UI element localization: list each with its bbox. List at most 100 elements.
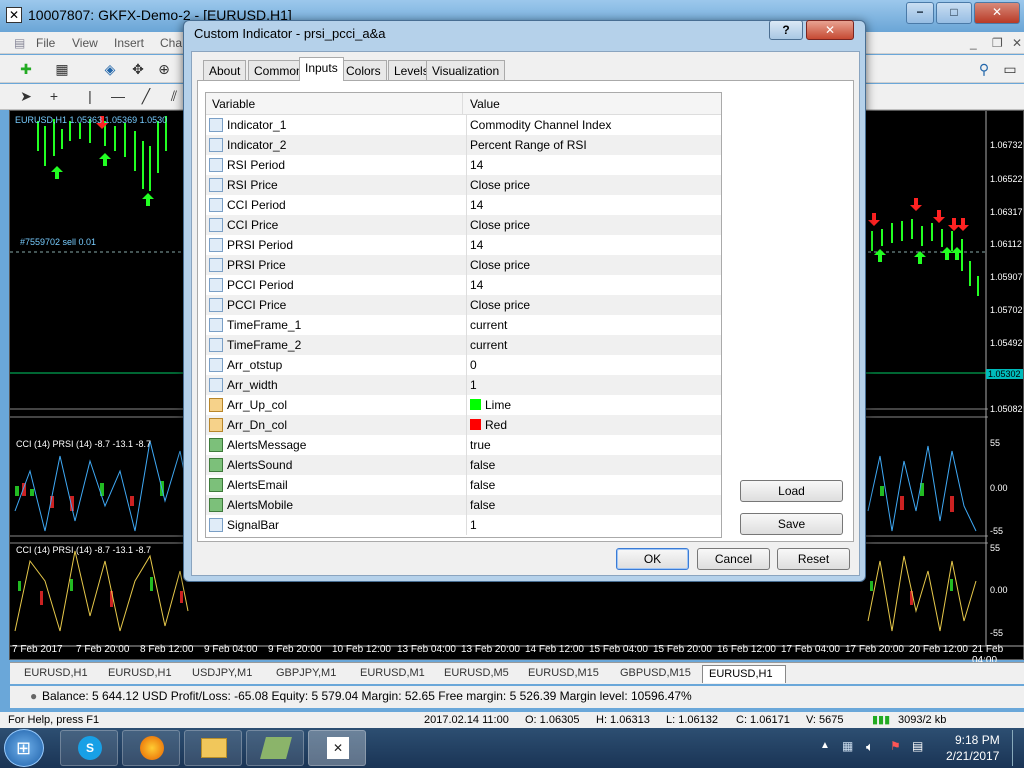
input-row[interactable]: PCCI Period 14	[206, 275, 721, 295]
network-icon[interactable]: ▤	[912, 739, 923, 753]
input-row[interactable]: AlertsEmail false	[206, 475, 721, 495]
chart-tab[interactable]: GBPUSD,M15	[614, 665, 697, 683]
minimize-button[interactable]: −	[906, 2, 934, 24]
show-hidden-icons[interactable]: ▲	[820, 740, 830, 751]
variable-value[interactable]: Close price	[466, 295, 721, 315]
chart-tab[interactable]: EURUSD,M1	[354, 665, 431, 683]
tab-colors[interactable]: Colors	[340, 60, 387, 80]
tab-visualization[interactable]: Visualization	[426, 60, 506, 80]
trendline-icon[interactable]: ╱	[136, 86, 156, 106]
input-row[interactable]: Indicator_1 Commodity Channel Index	[206, 115, 721, 135]
vertical-line-icon[interactable]: |	[80, 86, 100, 106]
variable-value[interactable]: 14	[466, 195, 721, 215]
start-button[interactable]: ⊞	[4, 729, 44, 767]
market-watch-icon[interactable]: ◈	[100, 59, 120, 79]
input-row[interactable]: CCI Period 14	[206, 195, 721, 215]
menu-charts[interactable]: Cha	[160, 36, 182, 50]
profiles-icon[interactable]: ▦	[52, 59, 72, 79]
new-chart-icon[interactable]: ✚	[16, 59, 36, 79]
metatrader-taskbar-button[interactable]: ✕	[308, 730, 366, 766]
input-row[interactable]: RSI Period 14	[206, 155, 721, 175]
input-row[interactable]: PCCI Price Close price	[206, 295, 721, 315]
input-row[interactable]: AlertsMessage true	[206, 435, 721, 455]
dialog-close-button[interactable]: ✕	[806, 20, 854, 40]
input-row[interactable]: PRSI Price Close price	[206, 255, 721, 275]
chart-tab[interactable]: GBPJPY,M1	[270, 665, 342, 683]
close-window-button[interactable]: ✕	[974, 2, 1020, 24]
input-row[interactable]: Indicator_2 Percent Range of RSI	[206, 135, 721, 155]
crosshair-icon[interactable]: +	[44, 86, 64, 106]
ok-button[interactable]: OK	[616, 548, 689, 570]
chart-tab[interactable]: EURUSD,M15	[522, 665, 605, 683]
input-row[interactable]: TimeFrame_2 current	[206, 335, 721, 355]
zoom-in-icon[interactable]: ⊕	[154, 59, 174, 79]
search-icon[interactable]: ⚲	[974, 59, 994, 79]
chat-icon[interactable]: ▭	[1000, 59, 1020, 79]
save-button[interactable]: Save	[740, 513, 843, 535]
chart-tab[interactable]: EURUSD,M5	[438, 665, 515, 683]
menu-view[interactable]: View	[72, 36, 98, 50]
variable-value[interactable]: false	[466, 455, 721, 475]
input-row[interactable]: Arr_otstup 0	[206, 355, 721, 375]
input-row[interactable]: Arr_Dn_col Red	[206, 415, 721, 435]
input-row[interactable]: TimeFrame_1 current	[206, 315, 721, 335]
app-taskbar-button[interactable]	[246, 730, 304, 766]
clock-time[interactable]: 9:18 PM	[955, 733, 1000, 747]
variable-value[interactable]: 14	[466, 235, 721, 255]
load-button[interactable]: Load	[740, 480, 843, 502]
clock-date[interactable]: 2/21/2017	[946, 749, 999, 763]
variable-value[interactable]: current	[466, 335, 721, 355]
variable-value[interactable]: Close price	[466, 255, 721, 275]
variable-value[interactable]: 14	[466, 275, 721, 295]
input-row[interactable]: PRSI Period 14	[206, 235, 721, 255]
chart-tab-active[interactable]: EURUSD,H1	[702, 665, 786, 683]
variable-value[interactable]: 14	[466, 155, 721, 175]
chart-tab[interactable]: EURUSD,H1	[102, 665, 178, 683]
input-row[interactable]: SignalBar 1	[206, 515, 721, 535]
explorer-taskbar-button[interactable]	[184, 730, 242, 766]
action-center-icon[interactable]: ⚑	[890, 739, 901, 753]
variable-value[interactable]: false	[466, 475, 721, 495]
variable-value[interactable]: 0	[466, 355, 721, 375]
chart-tab[interactable]: USDJPY,M1	[186, 665, 258, 683]
channel-icon[interactable]: ⫽	[164, 86, 184, 106]
variable-value[interactable]: false	[466, 495, 721, 515]
tab-about[interactable]: About	[203, 60, 247, 80]
child-minimize-icon[interactable]: _	[970, 36, 977, 50]
menu-insert[interactable]: Insert	[114, 36, 144, 50]
reset-button[interactable]: Reset	[777, 548, 850, 570]
horizontal-line-icon[interactable]: —	[108, 86, 128, 106]
volume-icon[interactable]: 🔈︎	[866, 739, 874, 755]
variable-value[interactable]: Close price	[466, 175, 721, 195]
maximize-button[interactable]: □	[936, 2, 972, 24]
input-row[interactable]: Arr_Up_col Lime	[206, 395, 721, 415]
skype-taskbar-button[interactable]: S	[60, 730, 118, 766]
dialog-help-button[interactable]: ?	[769, 20, 803, 40]
input-row[interactable]: AlertsMobile false	[206, 495, 721, 515]
variable-value[interactable]: true	[466, 435, 721, 455]
menu-file[interactable]: File	[36, 36, 55, 50]
variable-value[interactable]: 1	[466, 515, 721, 535]
input-row[interactable]: CCI Price Close price	[206, 215, 721, 235]
chart-tab[interactable]: EURUSD,H1	[18, 665, 94, 683]
input-row[interactable]: AlertsSound false	[206, 455, 721, 475]
variable-value[interactable]: 1	[466, 375, 721, 395]
input-row[interactable]: Arr_width 1	[206, 375, 721, 395]
tab-inputs[interactable]: Inputs	[299, 57, 344, 81]
variable-value[interactable]: Close price	[466, 215, 721, 235]
network-tray-icon[interactable]: ▦	[842, 739, 853, 753]
variable-value[interactable]: Lime	[466, 395, 721, 415]
variable-value[interactable]: Commodity Channel Index	[466, 115, 721, 135]
status-indicator-icon: ●	[30, 689, 38, 703]
cursor-icon[interactable]: ➤	[16, 86, 36, 106]
cancel-button[interactable]: Cancel	[697, 548, 770, 570]
crosshair-move-icon[interactable]: ✥	[128, 59, 148, 79]
firefox-taskbar-button[interactable]	[122, 730, 180, 766]
variable-value[interactable]: Red	[466, 415, 721, 435]
variable-value[interactable]: current	[466, 315, 721, 335]
input-row[interactable]: RSI Price Close price	[206, 175, 721, 195]
child-close-icon[interactable]: ✕	[1012, 36, 1022, 50]
variable-value[interactable]: Percent Range of RSI	[466, 135, 721, 155]
show-desktop-button[interactable]	[1012, 730, 1022, 766]
child-restore-icon[interactable]: ❐	[992, 36, 1003, 50]
